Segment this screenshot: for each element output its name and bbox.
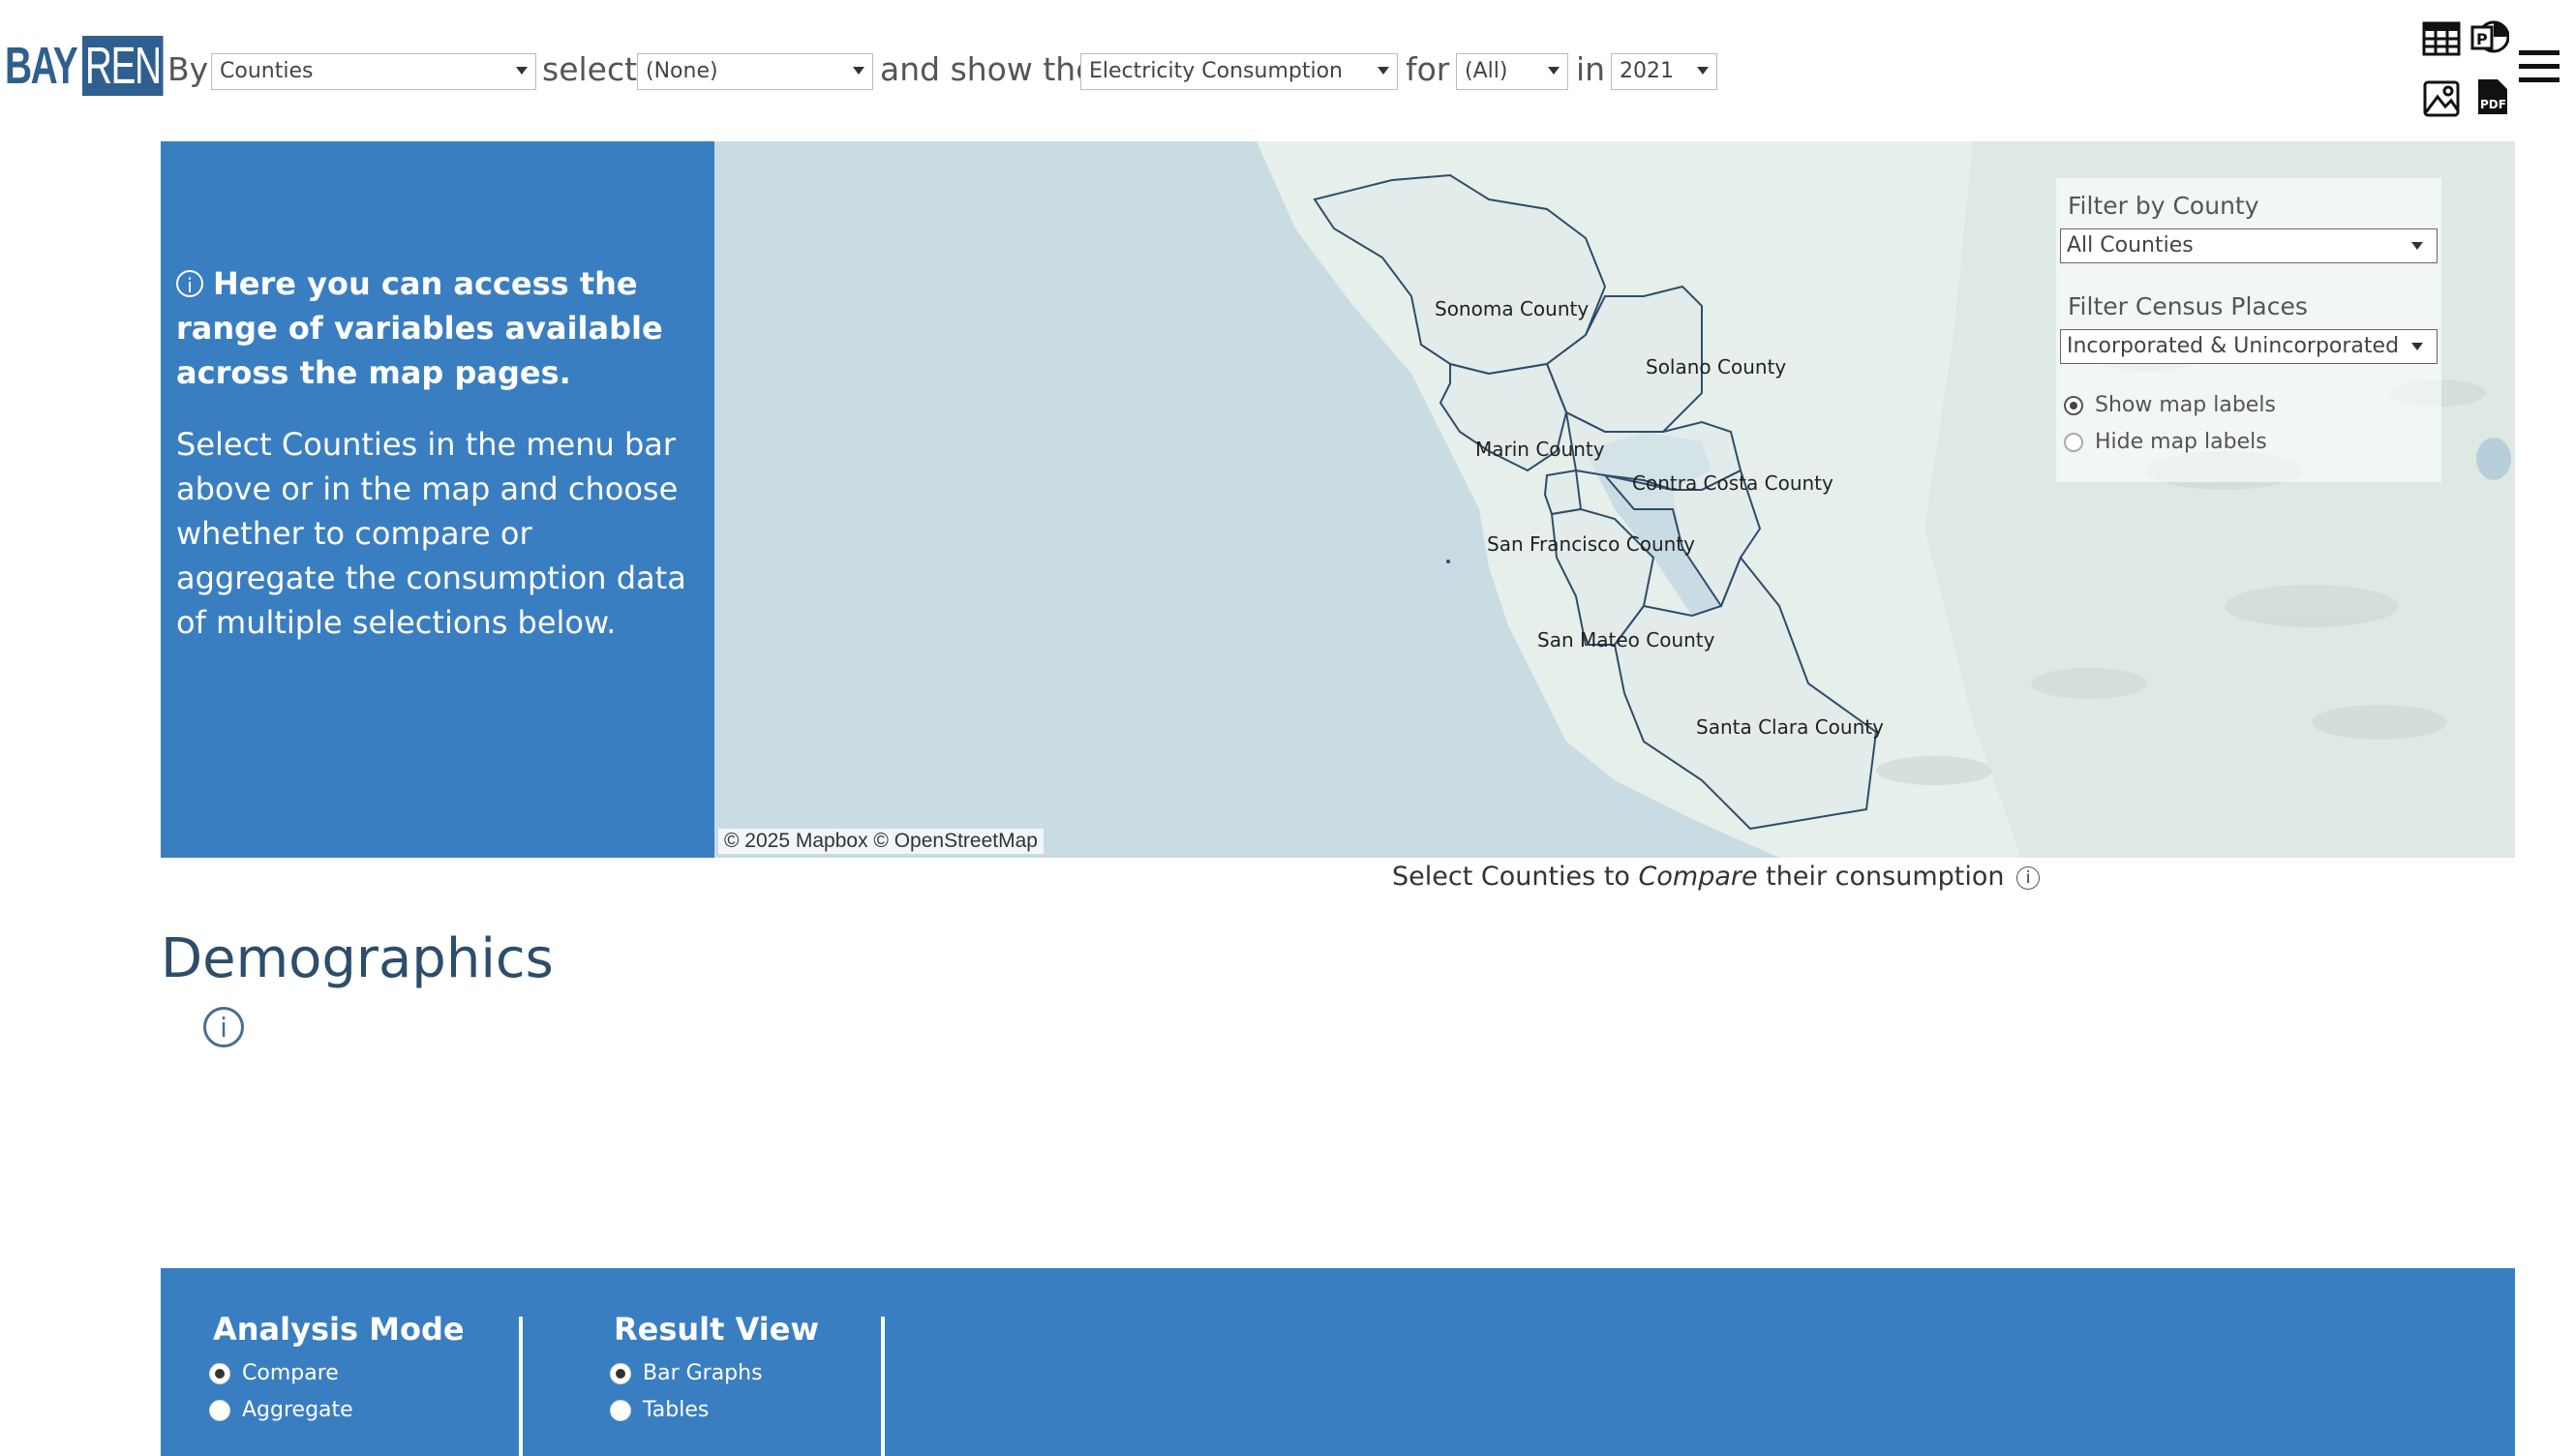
select-label: select (542, 50, 638, 88)
show-label: and show the (880, 50, 1096, 88)
show-map-labels-option[interactable]: Show map labels (2064, 393, 2276, 417)
year-dropdown[interactable]: 2021 (1611, 53, 1717, 90)
hide-map-labels-option[interactable]: Hide map labels (2064, 430, 2267, 454)
filter-county-dropdown[interactable]: All Counties (2060, 228, 2438, 263)
caption-emphasis: Compare (1638, 862, 1758, 892)
info-panel-body-text: Select Counties in the menu bar above or… (176, 426, 686, 641)
map-view[interactable]: Sonoma County Solano County Marin County… (714, 141, 2515, 858)
hide-map-labels-text: Hide map labels (2095, 430, 2267, 454)
info-icon[interactable]: i (203, 1007, 244, 1047)
filter-census-title: Filter Census Places (2068, 292, 2308, 320)
chevron-down-icon (516, 67, 528, 75)
caption-prefix: Select Counties to (1392, 862, 1639, 892)
info-icon[interactable]: i (2016, 866, 2041, 890)
section-divider (519, 1317, 523, 1456)
logo-ren-text: REN (82, 36, 164, 96)
county-label-santa-clara[interactable]: Santa Clara County (1696, 715, 1884, 739)
result-bar-graphs-label: Bar Graphs (643, 1361, 763, 1385)
demographics-title: Demographics (161, 927, 554, 990)
by-dropdown-value: Counties (220, 59, 314, 83)
powerpoint-icon[interactable]: P (2470, 17, 2509, 56)
show-map-labels-text: Show map labels (2095, 393, 2276, 417)
by-label: By (167, 50, 209, 88)
radio-selected-icon[interactable] (2064, 395, 2083, 415)
county-label-contra-costa[interactable]: Contra Costa County (1632, 471, 1833, 495)
measure-dropdown[interactable]: Electricity Consumption (1080, 53, 1398, 90)
for-dropdown[interactable]: (All) (1456, 53, 1568, 90)
bayren-logo[interactable]: BAY REN (5, 36, 195, 96)
info-panel-bold-text: Here you can access the range of variabl… (176, 265, 663, 391)
result-view-title: Result View (614, 1311, 820, 1348)
chevron-down-icon (1697, 67, 1709, 75)
chevron-down-icon (2411, 343, 2423, 350)
svg-text:PDF: PDF (2480, 98, 2506, 111)
svg-text:P: P (2476, 30, 2488, 48)
radio-unselected-icon[interactable] (209, 1399, 230, 1421)
chevron-down-icon (1378, 67, 1389, 75)
image-icon[interactable] (2422, 79, 2461, 118)
result-bar-graphs-option[interactable]: Bar Graphs (610, 1361, 763, 1385)
select-dropdown-value: (None) (646, 59, 718, 83)
map-attribution[interactable]: © 2025 Mapbox © OpenStreetMap (718, 829, 1044, 854)
analysis-aggregate-label: Aggregate (242, 1398, 353, 1422)
compare-caption: Select Counties to Compare their consump… (1392, 862, 2041, 892)
for-label: for (1406, 50, 1450, 88)
for-dropdown-value: (All) (1465, 59, 1508, 83)
county-label-san-mateo[interactable]: San Mateo County (1537, 628, 1715, 652)
table-icon[interactable] (2422, 19, 2461, 58)
radio-unselected-icon[interactable] (610, 1399, 631, 1421)
info-icon: i (176, 270, 203, 297)
filter-census-dropdown[interactable]: Incorporated & Unincorporated (2060, 329, 2438, 364)
county-label-marin[interactable]: Marin County (1475, 438, 1605, 461)
info-panel: i Here you can access the range of variab… (161, 141, 714, 858)
radio-unselected-icon[interactable] (2064, 432, 2083, 452)
analysis-options-panel: Analysis Mode Compare Aggregate Result V… (161, 1268, 2515, 1456)
radio-selected-icon[interactable] (610, 1362, 631, 1384)
in-label: in (1576, 50, 1606, 88)
section-divider (881, 1317, 885, 1456)
map-filter-panel: Filter by County All Counties Filter Cen… (2056, 178, 2441, 482)
measure-dropdown-value: Electricity Consumption (1089, 59, 1343, 83)
county-label-solano[interactable]: Solano County (1646, 355, 1786, 379)
caption-suffix: their consumption (1757, 862, 2005, 892)
county-label-sonoma[interactable]: Sonoma County (1435, 297, 1589, 320)
analysis-compare-label: Compare (242, 1361, 339, 1385)
analysis-aggregate-option[interactable]: Aggregate (209, 1398, 353, 1422)
filter-county-value: All Counties (2067, 233, 2194, 258)
result-tables-label: Tables (643, 1398, 710, 1422)
filter-county-title: Filter by County (2068, 192, 2259, 220)
filter-census-value: Incorporated & Unincorporated (2067, 334, 2400, 358)
logo-bay-text: BAY (5, 37, 78, 95)
chevron-down-icon (1548, 67, 1560, 75)
chevron-down-icon (853, 67, 864, 75)
hamburger-menu-icon[interactable] (2519, 50, 2560, 85)
info-panel-heading: i Here you can access the range of variab… (176, 261, 695, 395)
select-dropdown[interactable]: (None) (637, 53, 873, 90)
analysis-mode-title: Analysis Mode (213, 1311, 465, 1348)
county-label-san-francisco[interactable]: San Francisco County (1487, 532, 1695, 556)
by-dropdown[interactable]: Counties (211, 53, 536, 90)
analysis-compare-option[interactable]: Compare (209, 1361, 339, 1385)
year-dropdown-value: 2021 (1620, 59, 1674, 83)
chevron-down-icon (2411, 242, 2423, 250)
radio-selected-icon[interactable] (209, 1362, 230, 1384)
county-shape-san-francisco[interactable] (1543, 469, 1583, 516)
result-tables-option[interactable]: Tables (610, 1398, 709, 1422)
pdf-icon[interactable]: PDF (2472, 77, 2511, 116)
